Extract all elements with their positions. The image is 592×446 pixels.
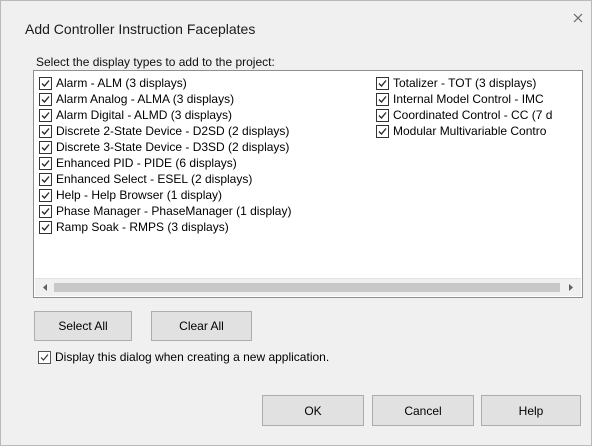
- close-icon[interactable]: [571, 11, 585, 25]
- item-label: Discrete 3-State Device - D3SD (2 displa…: [56, 140, 290, 154]
- list-item[interactable]: Alarm Digital - ALMD (3 displays): [39, 107, 291, 123]
- list-item[interactable]: Enhanced PID - PIDE (6 displays): [39, 155, 291, 171]
- list-item[interactable]: Modular Multivariable Contro: [376, 123, 552, 139]
- scrollbar-thumb[interactable]: [54, 283, 560, 292]
- item-label: Help - Help Browser (1 display): [56, 188, 223, 202]
- checkbox-pide[interactable]: [39, 156, 52, 170]
- item-label: Totalizer - TOT (3 displays): [393, 76, 537, 90]
- show-dialog-label: Display this dialog when creating a new …: [55, 350, 330, 364]
- item-label: Alarm - ALM (3 displays): [56, 76, 187, 90]
- dialog-title: Add Controller Instruction Faceplates: [25, 21, 256, 37]
- horizontal-scrollbar[interactable]: [35, 278, 581, 296]
- item-label: Internal Model Control - IMC: [393, 92, 544, 106]
- checkbox-almd[interactable]: [39, 108, 52, 122]
- list-item[interactable]: Ramp Soak - RMPS (3 displays): [39, 219, 291, 235]
- item-label: Ramp Soak - RMPS (3 displays): [56, 220, 229, 234]
- checkbox-cc[interactable]: [376, 108, 389, 122]
- checkbox-rmps[interactable]: [39, 220, 52, 234]
- help-button[interactable]: Help: [481, 395, 581, 426]
- show-dialog-option[interactable]: Display this dialog when creating a new …: [38, 350, 329, 364]
- item-label: Discrete 2-State Device - D2SD (2 displa…: [56, 124, 290, 138]
- item-label: Alarm Analog - ALMA (3 displays): [56, 92, 235, 106]
- checkbox-d2sd[interactable]: [39, 124, 52, 138]
- item-label: Enhanced Select - ESEL (2 displays): [56, 172, 253, 186]
- item-label: Phase Manager - PhaseManager (1 display): [56, 204, 292, 218]
- list-item[interactable]: Help - Help Browser (1 display): [39, 187, 291, 203]
- list-item[interactable]: Phase Manager - PhaseManager (1 display): [39, 203, 291, 219]
- item-label: Enhanced PID - PIDE (6 displays): [56, 156, 237, 170]
- item-label: Modular Multivariable Contro: [393, 124, 547, 138]
- checkbox-mmc[interactable]: [376, 124, 389, 138]
- list-item[interactable]: Totalizer - TOT (3 displays): [376, 75, 552, 91]
- checkbox-imc[interactable]: [376, 92, 389, 106]
- list-item[interactable]: Internal Model Control - IMC: [376, 91, 552, 107]
- scroll-right-arrow-icon[interactable]: [562, 279, 579, 296]
- checkbox-help[interactable]: [39, 188, 52, 202]
- scroll-left-arrow-icon[interactable]: [37, 279, 54, 296]
- clear-all-button[interactable]: Clear All: [151, 311, 252, 341]
- show-dialog-checkbox[interactable]: [38, 350, 51, 364]
- select-all-button[interactable]: Select All: [34, 311, 132, 341]
- list-item[interactable]: Enhanced Select - ESEL (2 displays): [39, 171, 291, 187]
- cancel-button[interactable]: Cancel: [372, 395, 474, 426]
- ok-button[interactable]: OK: [262, 395, 364, 426]
- checkbox-tot[interactable]: [376, 76, 389, 90]
- list-column-2: Totalizer - TOT (3 displays) Internal Mo…: [376, 75, 552, 139]
- title-bar: Add Controller Instruction Faceplates: [1, 1, 591, 43]
- instruction-text: Select the display types to add to the p…: [36, 55, 275, 69]
- checkbox-alm[interactable]: [39, 76, 52, 90]
- checkbox-alma[interactable]: [39, 92, 52, 106]
- list-item[interactable]: Alarm Analog - ALMA (3 displays): [39, 91, 291, 107]
- checkbox-d3sd[interactable]: [39, 140, 52, 154]
- list-column-1: Alarm - ALM (3 displays) Alarm Analog - …: [39, 75, 291, 235]
- list-item[interactable]: Discrete 2-State Device - D2SD (2 displa…: [39, 123, 291, 139]
- add-faceplates-dialog: Add Controller Instruction Faceplates Se…: [0, 0, 592, 446]
- list-item[interactable]: Discrete 3-State Device - D3SD (2 displa…: [39, 139, 291, 155]
- list-item[interactable]: Coordinated Control - CC (7 d: [376, 107, 552, 123]
- list-item[interactable]: Alarm - ALM (3 displays): [39, 75, 291, 91]
- checkbox-esel[interactable]: [39, 172, 52, 186]
- item-label: Alarm Digital - ALMD (3 displays): [56, 108, 233, 122]
- checkbox-phasemanager[interactable]: [39, 204, 52, 218]
- display-types-list: Alarm - ALM (3 displays) Alarm Analog - …: [33, 70, 583, 298]
- item-label: Coordinated Control - CC (7 d: [393, 108, 553, 122]
